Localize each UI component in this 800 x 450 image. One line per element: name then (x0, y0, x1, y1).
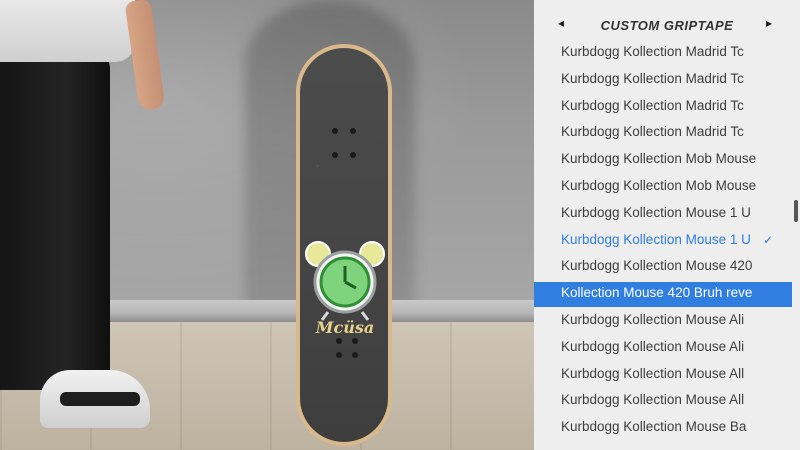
truck-bolt (332, 152, 338, 158)
griptape-item-label: Kurbdogg Kollection Madrid Tc (561, 44, 744, 59)
griptape-item-label: Kollection Mouse 420 Bruh reve (561, 285, 753, 301)
griptape-list-item[interactable]: Kurbdogg Kollection Madrid Tc (534, 121, 792, 146)
truck-bolt (332, 128, 338, 134)
griptape-item-label: Kurbdogg Kollection Mouse All (561, 392, 745, 408)
scrollbar-thumb[interactable] (794, 200, 798, 222)
truck-bolt (350, 152, 356, 158)
griptape-list-item[interactable]: Kurbdogg Kollection Mouse 1 U ✓ (534, 229, 792, 254)
griptape-list-item[interactable]: Kollection Mouse 420 Bruh reve (534, 282, 792, 307)
skater-shirt (0, 0, 135, 62)
griptape-list-item[interactable]: Kurbdogg Kollection Mob Mouse (534, 148, 792, 173)
griptape-item-label: Kurbdogg Kollection Mouse All (561, 365, 745, 381)
griptape-list-item[interactable]: Kurbdogg Kollection Mouse Ali (534, 309, 792, 334)
equipped-check-icon: ✓ (763, 232, 774, 247)
griptape-item-label: Kurbdogg Kollection Mob Mouse (561, 151, 757, 167)
griptape-list-item[interactable]: Kurbdogg Kollection Mouse All (534, 389, 792, 414)
griptape-list-item[interactable]: Kurbdogg Kollection Madrid Tc (534, 68, 792, 93)
griptape-list-item[interactable]: Kurbdogg Kollection Mob Mouse (534, 175, 792, 200)
scrollbar-track[interactable] (792, 50, 800, 450)
griptape-item-label: Kurbdogg Kollection Mouse Ali (561, 338, 745, 354)
truck-bolt (336, 352, 342, 358)
griptape-item-label: Kurbdogg Kollection Mob Mouse (561, 178, 757, 193)
truck-bolt (352, 352, 358, 358)
griptape-item-label: Kurbdogg Kollection Mouse 420 (561, 258, 753, 274)
griptape-list-item[interactable]: Kurbdogg Kollection Madrid Tc (534, 42, 792, 66)
griptape-list-item[interactable]: Kurbdogg Kollection Mouse Ali (534, 336, 792, 361)
griptape-item-label: Kurbdogg Kollection Mouse 1 U (561, 204, 751, 220)
griptape-list-item[interactable]: Kurbdogg Kollection Mouse Ba (534, 416, 792, 441)
griptape-item-label: Kurbdogg Kollection Mouse Ali (561, 312, 745, 327)
griptape-list-item[interactable]: Kurbdogg Kollection Mouse 1 U (534, 202, 792, 227)
griptape-menu-panel: ◂ CUSTOM GRIPTAPE ▸ Kurbdogg Kollection … (534, 0, 800, 450)
panel-title: CUSTOM GRIPTAPE (600, 18, 734, 33)
griptape-item-label: Kurbdogg Kollection Mouse Ba (561, 419, 747, 435)
game-scene: Mcüsa (0, 0, 534, 450)
griptape-item-label: Kurbdogg Kollection Madrid Tc (561, 97, 744, 113)
griptape-list-item[interactable]: Kurbdogg Kollection Mouse 420 (534, 255, 792, 280)
truck-bolt (350, 128, 356, 134)
griptape-item-label: Kurbdogg Kollection Mouse 1 U (561, 231, 751, 247)
skater-leg (0, 40, 110, 390)
shoe-stripe (60, 392, 140, 406)
next-arrow-icon[interactable]: ▸ (766, 16, 772, 30)
griptape-list-item[interactable]: Kurbdogg Kollection Mouse All (534, 363, 792, 388)
griptape-list-item[interactable]: Kurbdogg Kollection Madrid Tc (534, 95, 792, 120)
griptape-item-label: Kurbdogg Kollection Madrid Tc (561, 70, 744, 86)
deck-graphic-text: Mcüsa (315, 318, 375, 337)
griptape-item-label: Kurbdogg Kollection Madrid Tc (561, 124, 744, 140)
griptape-list: Kurbdogg Kollection Madrid Tc Kurbdogg Ko… (534, 42, 800, 450)
